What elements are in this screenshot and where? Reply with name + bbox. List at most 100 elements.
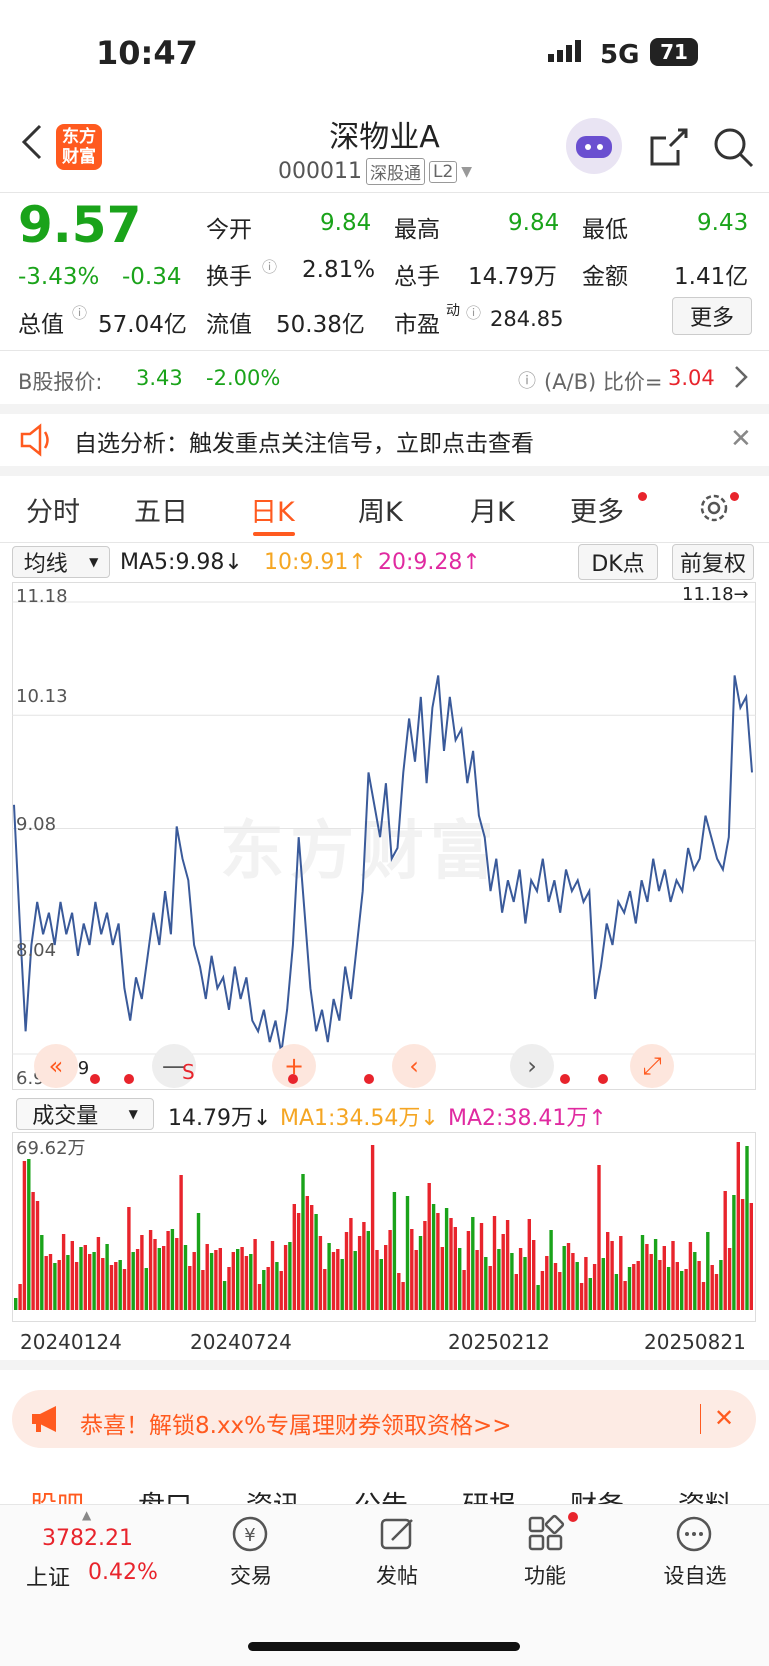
volume-bar [675,1262,679,1310]
expand-icon[interactable]: ⤢ [630,1044,674,1088]
volume-bar [222,1281,227,1310]
b-share-label: B股报价: [18,370,103,394]
volume-bar [162,1246,166,1310]
volume-bar [310,1205,314,1310]
mktcap-value: 57.04亿 [98,312,187,338]
volume-bar [170,1229,175,1310]
function-icon[interactable] [526,1514,566,1558]
close-icon[interactable]: ✕ [730,424,752,454]
next-icon[interactable]: › [510,1044,554,1088]
sub-tab[interactable]: 财务 [570,1484,624,1506]
volume-bar [636,1261,640,1310]
tab-more[interactable]: 更多 [570,490,624,529]
tab-intraday[interactable]: 分时 [26,490,80,529]
rewind-icon[interactable]: « [34,1044,78,1088]
gear-icon[interactable] [696,490,732,530]
notice-text[interactable]: 自选分析：触发重点关注信号，立即点击查看 [74,424,534,458]
volume-bar [344,1232,349,1310]
volume-bar [288,1242,292,1310]
tab-five-day[interactable]: 五日 [134,490,188,529]
sub-tab[interactable]: 资料 [678,1484,732,1506]
share-icon[interactable] [648,126,690,172]
volume-bar [418,1236,423,1310]
more-button[interactable]: 更多 [672,297,752,335]
tab-monthly-k[interactable]: 月K [470,490,515,529]
volume-chart[interactable] [12,1132,756,1322]
watchlist-label[interactable]: 设自选 [650,1560,740,1590]
signal-dot [598,1074,608,1084]
volume-bar [484,1257,488,1310]
volume-bar [431,1204,436,1310]
volume-bar [157,1248,161,1310]
volume-bar [723,1191,727,1310]
volume-bar [453,1227,457,1310]
watchlist-icon[interactable] [674,1514,714,1558]
volume-bar [14,1298,18,1310]
volume-bar [458,1248,462,1310]
tab-weekly-k[interactable]: 周K [358,490,403,529]
tab-daily-k[interactable]: 日K [250,490,295,529]
volume-select[interactable]: 成交量 ▼ [16,1098,154,1130]
volume-bar [688,1242,693,1310]
level-tag: L2 [428,160,458,183]
price-chart[interactable] [12,582,756,1090]
info-icon[interactable]: ⓘ [466,302,481,323]
volume-bar [183,1245,188,1310]
search-icon[interactable] [712,126,754,172]
pe-superscript: 动 [446,303,460,319]
volume-bar [549,1230,553,1310]
index-change[interactable]: 0.42% [88,1560,158,1585]
change-pct: -3.43% [18,264,100,290]
sub-tab[interactable]: 股吧 [30,1484,84,1506]
sub-tab[interactable]: 资讯 [246,1484,300,1506]
post-icon[interactable] [378,1514,418,1558]
info-icon[interactable]: ⓘ [262,256,277,277]
volume-bar [57,1260,61,1310]
robot-assistant-icon[interactable] [566,118,622,174]
volume-bar [392,1192,397,1310]
indicator-select[interactable]: 均线 ▼ [12,546,110,578]
volume-bar [623,1281,627,1310]
trade-label[interactable]: 交易 [206,1560,296,1590]
volume-bar [427,1183,431,1310]
prev-icon[interactable]: ‹ [392,1044,436,1088]
volume-bar [283,1245,288,1310]
promo-text[interactable]: 恭喜！解锁8.xx%专属理财券领取资格>> [80,1406,512,1440]
volume-bar [693,1252,697,1310]
chevron-right-icon[interactable] [734,364,748,394]
volume-bar [423,1221,427,1310]
volume-bar [53,1263,57,1310]
sub-tab[interactable]: 研报 [462,1484,516,1506]
volume-bar [501,1234,505,1310]
volume-bar [48,1254,53,1310]
volume-bar [96,1237,101,1310]
trade-icon[interactable]: ¥ [228,1514,272,1558]
volume-bar [244,1256,249,1310]
signal-dot [560,1074,570,1084]
sub-tab[interactable]: 公告 [354,1484,408,1506]
function-label[interactable]: 功能 [500,1560,590,1590]
close-icon[interactable]: ✕ [714,1404,734,1432]
sub-tab[interactable]: 盘口 [138,1484,192,1506]
volume-bar [479,1223,484,1310]
adjust-button[interactable]: 前复权 [672,544,754,580]
turnover-label: 换手 [206,264,252,290]
volume-bar [131,1252,135,1310]
amount-value: 1.41亿 [674,264,749,290]
post-label[interactable]: 发帖 [352,1560,442,1590]
info-icon[interactable]: ⓘ [72,302,87,323]
dk-point-button[interactable]: DK点 [578,544,658,580]
index-value[interactable]: 3782.21 [42,1526,133,1551]
notification-dot [568,1512,578,1522]
axis-l4: 8.04 [16,940,57,961]
volume-bar [79,1247,83,1310]
index-name[interactable]: 上证 [26,1560,70,1592]
volume-bar [92,1252,96,1310]
volume-bar [314,1214,318,1310]
high-label: 最高 [394,217,440,243]
volume-bar [505,1220,510,1310]
stock-code-row[interactable]: 000011 深股通 L2 ▼ [278,158,472,185]
help-icon[interactable]: ⓘ [518,367,536,393]
volume-bar [740,1199,745,1310]
volume-bar [327,1243,331,1310]
